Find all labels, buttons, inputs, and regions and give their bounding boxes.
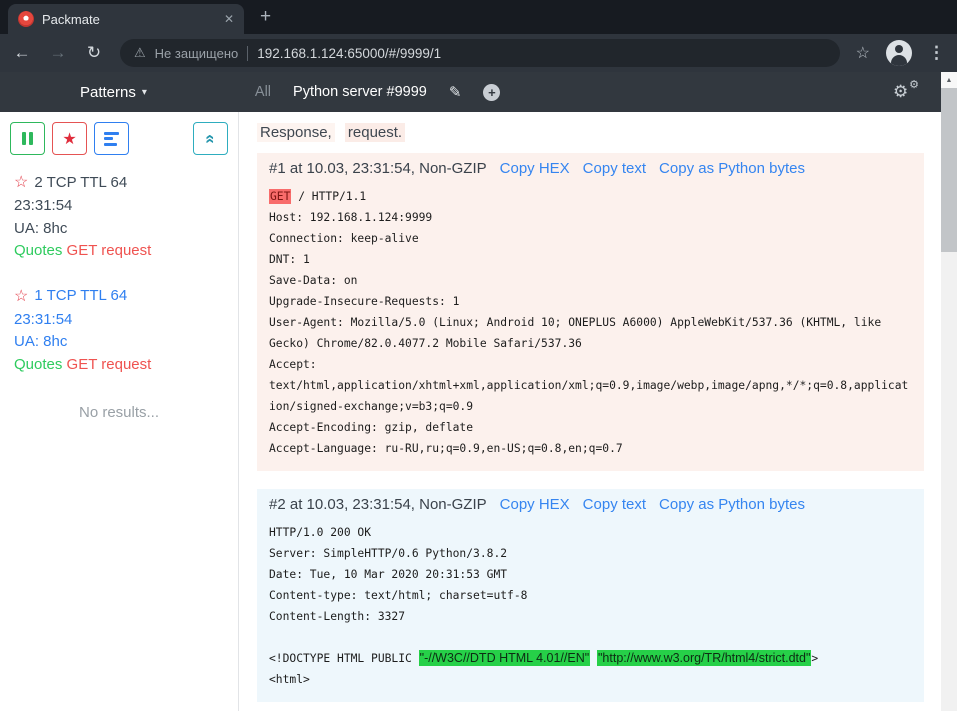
- capture-sidebar: ★ « ☆ 2 TCP TTL 64: [0, 112, 239, 711]
- packet-item-tags: Quotes GET request: [14, 354, 238, 377]
- star-filled-icon: ★: [62, 129, 76, 149]
- scroll-to-top-button[interactable]: «: [193, 122, 228, 155]
- copy-text-link[interactable]: Copy text: [583, 160, 646, 177]
- scrollbar-up-icon[interactable]: ▲: [941, 72, 957, 88]
- packet-body-request: GET / HTTP/1.1 Host: 192.168.1.124:9999 …: [269, 186, 912, 459]
- capture-list-item[interactable]: ☆ 2 TCP TTL 64 23:31:54 UA: 8hc Quotes G…: [14, 171, 238, 263]
- packet-body-response: HTTP/1.0 200 OK Server: SimpleHTTP/0.6 P…: [269, 522, 912, 690]
- tag-get-request: GET request: [67, 242, 152, 259]
- new-tab-button[interactable]: +: [260, 6, 271, 28]
- favorites-filter-button[interactable]: ★: [52, 122, 87, 155]
- packet-item-title: 1 TCP TTL 64: [34, 285, 127, 308]
- reload-icon[interactable]: ↻: [84, 43, 104, 63]
- browser-toolbar: ← → ↻ ⚠ Не защищено 192.168.1.124:65000/…: [0, 34, 957, 72]
- profile-avatar[interactable]: [886, 40, 912, 66]
- packet-item-title: 2 TCP TTL 64: [34, 172, 127, 195]
- pause-button[interactable]: [10, 122, 45, 155]
- pause-icon: [22, 132, 33, 145]
- security-label: Не защищено: [155, 46, 239, 61]
- tag-quotes: Quotes: [14, 356, 62, 373]
- url-text[interactable]: 192.168.1.124:65000/#/9999/1: [257, 46, 441, 61]
- tab-title: Packmate: [42, 12, 216, 27]
- tab-python-server[interactable]: Python server #9999: [293, 84, 427, 100]
- tag-quotes: Quotes: [14, 242, 62, 259]
- app-header: Patterns ▾ All Python server #9999 ✎ + ⚙…: [0, 72, 941, 112]
- packet-card-request: #1 at 10.03, 23:31:54, Non-GZIP Copy HEX…: [257, 153, 924, 471]
- capture-list-item[interactable]: ☆ 1 TCP TTL 64 23:31:54 UA: 8hc Quotes G…: [14, 285, 238, 377]
- packet-item-tags: Quotes GET request: [14, 240, 238, 263]
- page-scrollbar[interactable]: ▲: [941, 72, 957, 711]
- packet-item-ua: UA: 8hc: [14, 331, 238, 354]
- packet-item-time: 23:31:54: [14, 195, 238, 218]
- packet-header: #1 at 10.03, 23:31:54, Non-GZIP: [269, 160, 487, 177]
- sidebar-toolbar: ★ «: [10, 122, 238, 155]
- packet-card-response: #2 at 10.03, 23:31:54, Non-GZIP Copy HEX…: [257, 489, 924, 702]
- scrollbar-thumb[interactable]: [941, 88, 957, 252]
- gear-icon: ⚙: [893, 82, 908, 101]
- copy-hex-link[interactable]: Copy HEX: [500, 496, 570, 513]
- align-left-icon: [104, 132, 119, 146]
- patterns-menu[interactable]: Patterns ▾: [80, 84, 147, 101]
- close-tab-icon[interactable]: ✕: [224, 12, 234, 26]
- warning-icon[interactable]: ⚠: [134, 45, 146, 61]
- url-separator: [247, 46, 248, 61]
- settings-gears-icon[interactable]: ⚙ ⚙: [893, 82, 917, 102]
- no-results-label: No results...: [10, 404, 238, 421]
- forward-icon[interactable]: →: [48, 43, 68, 63]
- favorite-star-icon[interactable]: ☆: [14, 171, 28, 195]
- browser-tab[interactable]: Packmate ✕: [8, 4, 244, 34]
- chevrons-up-icon: «: [201, 134, 221, 143]
- bookmark-star-icon[interactable]: ☆: [856, 43, 870, 63]
- matched-patterns-line: Response, request.: [257, 124, 925, 141]
- packet-item-ua: UA: 8hc: [14, 218, 238, 241]
- channel-tabs: All Python server #9999 ✎ +: [255, 83, 501, 101]
- patterns-menu-label: Patterns: [80, 84, 136, 101]
- edit-pencil-icon[interactable]: ✎: [449, 83, 462, 101]
- browser-menu-icon[interactable]: ⋮: [928, 43, 945, 63]
- copy-python-bytes-link[interactable]: Copy as Python bytes: [659, 496, 805, 513]
- gear-small-icon: ⚙: [909, 78, 919, 91]
- browser-tab-strip: Packmate ✕ +: [0, 0, 957, 34]
- copy-hex-link[interactable]: Copy HEX: [500, 160, 570, 177]
- back-icon[interactable]: ←: [12, 43, 32, 63]
- packet-item-time: 23:31:54: [14, 309, 238, 332]
- add-channel-icon[interactable]: +: [483, 84, 500, 101]
- screen: Packmate ✕ + ← → ↻ ⚠ Не защищено 192.168…: [0, 0, 957, 711]
- text-filter-button[interactable]: [94, 122, 129, 155]
- url-bar[interactable]: ⚠ Не защищено 192.168.1.124:65000/#/9999…: [120, 39, 840, 67]
- stream-view: Response, request. #1 at 10.03, 23:31:54…: [239, 112, 941, 711]
- packmate-favicon-icon: [18, 11, 34, 27]
- copy-python-bytes-link[interactable]: Copy as Python bytes: [659, 160, 805, 177]
- tag-get-request: GET request: [67, 356, 152, 373]
- copy-text-link[interactable]: Copy text: [583, 496, 646, 513]
- tab-all[interactable]: All: [255, 84, 271, 100]
- packet-header: #2 at 10.03, 23:31:54, Non-GZIP: [269, 496, 487, 513]
- favorite-star-icon[interactable]: ☆: [14, 285, 28, 309]
- caret-down-icon: ▾: [142, 87, 147, 98]
